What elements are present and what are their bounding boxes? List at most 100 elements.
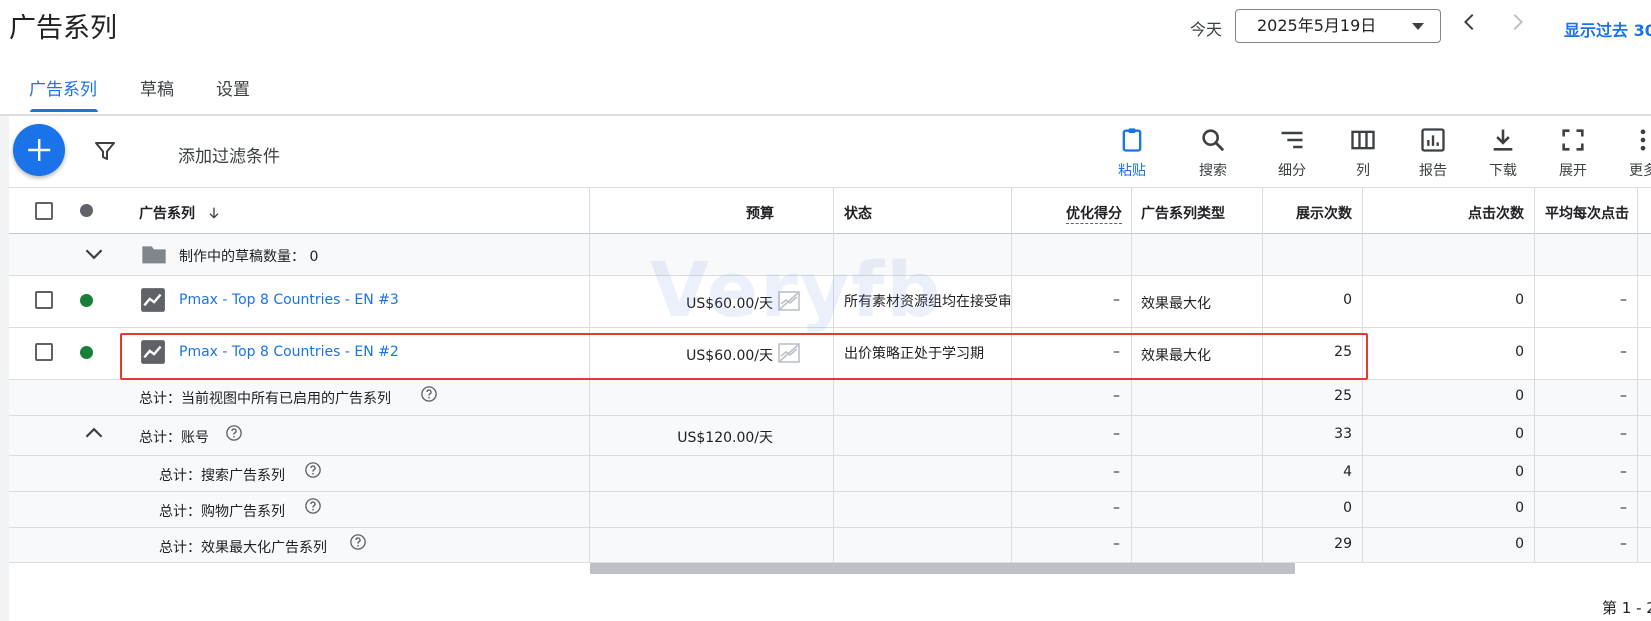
column-header-label: 优化得分 <box>1066 206 1122 224</box>
active-tab-indicator <box>30 109 98 112</box>
column-divider <box>1534 188 1535 563</box>
chevron-left-icon[interactable] <box>1458 10 1482 34</box>
column-header-campaign[interactable]: 广告系列 <box>139 203 222 223</box>
download-icon <box>1493 129 1513 151</box>
enabled-status-dot[interactable] <box>80 346 93 359</box>
total-impressions: 0 <box>1343 500 1352 516</box>
tool-label: 细分 <box>1278 163 1306 179</box>
left-gutter <box>0 116 9 621</box>
add-filter-button[interactable]: 添加过滤条件 <box>178 142 280 167</box>
column-header-budget[interactable]: 预算 <box>700 203 774 223</box>
total-opt-score: – <box>1113 464 1120 480</box>
draft-count: 制作中的草稿数量： 0 <box>179 246 318 266</box>
download-tool[interactable]: 下载 <box>1473 124 1533 182</box>
segment-tool[interactable]: 细分 <box>1262 124 1322 182</box>
total-avg-cpc: – <box>1620 536 1627 552</box>
clicks-value: 0 <box>1515 344 1524 360</box>
total-opt-score: – <box>1113 388 1120 404</box>
row-line <box>9 415 1651 416</box>
help-icon[interactable] <box>420 385 438 403</box>
campaign-name-link[interactable]: Pmax - Top 8 Countries - EN #3 <box>179 292 399 308</box>
campaign-type: 效果最大化 <box>1141 296 1211 312</box>
columns-tool[interactable]: 列 <box>1333 124 1393 182</box>
column-header-impressions[interactable]: 展示次数 <box>1270 203 1352 223</box>
columns-icon <box>1351 130 1375 150</box>
more-tool[interactable]: 更多 <box>1613 124 1651 182</box>
tool-label: 搜索 <box>1199 163 1227 179</box>
total-budget: US$120.00/天 <box>677 430 773 446</box>
total-avg-cpc: – <box>1620 464 1627 480</box>
total-label: 总计：搜索广告系列 <box>159 468 285 484</box>
fullscreen-icon <box>1562 129 1584 151</box>
total-impressions: 25 <box>1334 388 1352 404</box>
more-vert-icon <box>1640 129 1646 151</box>
report-tool[interactable]: 报告 <box>1403 124 1463 182</box>
show-past-link[interactable]: 显示过去 30 <box>1564 17 1651 41</box>
watermark: Veryfb <box>650 245 943 334</box>
pmax-campaign-icon <box>141 288 165 312</box>
add-campaign-button[interactable] <box>13 124 65 176</box>
total-impressions: 29 <box>1334 536 1352 552</box>
column-header-opt-score[interactable]: 优化得分 <box>1030 203 1122 224</box>
total-impressions: 4 <box>1343 464 1352 480</box>
clipboard-icon <box>1122 128 1142 152</box>
arrow-down-icon <box>209 207 219 219</box>
chevron-up-icon[interactable] <box>81 420 107 446</box>
total-label: 总计：购物广告系列 <box>159 504 285 520</box>
total-label: 总计：效果最大化广告系列 <box>159 540 327 556</box>
total-clicks: 0 <box>1515 464 1524 480</box>
column-header-status[interactable]: 状态 <box>844 203 872 223</box>
row-checkbox[interactable] <box>35 291 53 309</box>
opt-score-value: – <box>1113 292 1120 308</box>
help-icon[interactable] <box>225 424 243 442</box>
tool-label: 报告 <box>1419 163 1447 179</box>
row-line <box>9 455 1651 456</box>
select-all-checkbox[interactable] <box>35 202 53 220</box>
help-icon[interactable] <box>304 461 322 479</box>
page-title: 广告系列 <box>9 13 117 44</box>
search-tool[interactable]: 搜索 <box>1183 124 1243 182</box>
total-opt-score: – <box>1113 536 1120 552</box>
folder-icon <box>142 246 166 264</box>
help-icon[interactable] <box>349 533 367 551</box>
column-header-label: 广告系列 <box>139 206 195 222</box>
column-header-avg-cpc[interactable]: 平均每次点击 <box>1545 203 1637 223</box>
date-range-select[interactable]: 2025年5月19日 <box>1235 9 1441 43</box>
clicks-value: 0 <box>1515 292 1524 308</box>
total-clicks: 0 <box>1515 426 1524 442</box>
pagination-label: 第 1 - 2 <box>1602 599 1651 617</box>
total-avg-cpc: – <box>1620 500 1627 516</box>
report-icon <box>1421 128 1445 152</box>
row-line <box>9 527 1651 528</box>
toolbar-divider <box>9 187 1651 188</box>
row-checkbox[interactable] <box>35 343 53 361</box>
expand-tool[interactable]: 展开 <box>1543 124 1603 182</box>
chevron-right-icon[interactable] <box>1505 10 1529 34</box>
tool-label: 展开 <box>1559 163 1587 179</box>
total-label: 总计：当前视图中所有已启用的广告系列 <box>139 391 391 407</box>
filter-icon[interactable] <box>93 139 117 163</box>
enabled-status-dot[interactable] <box>80 294 93 307</box>
tab-drafts[interactable]: 草稿 <box>140 75 174 100</box>
horizontal-scrollbar[interactable] <box>590 563 1295 574</box>
campaigns-page: 广告系列 今天 2025年5月19日 显示过去 30 广告系列 草稿 设置 添加… <box>0 0 1651 621</box>
tool-label: 列 <box>1356 163 1370 179</box>
draft-count-value: 0 <box>309 249 319 265</box>
status-filter-dot[interactable] <box>80 204 93 217</box>
tab-settings[interactable]: 设置 <box>216 75 250 100</box>
header-bottom-line <box>9 233 1651 234</box>
paste-tool[interactable]: 粘贴 <box>1102 124 1162 182</box>
total-avg-cpc: – <box>1620 388 1627 404</box>
row-line <box>9 491 1651 492</box>
chevron-down-icon[interactable] <box>81 241 107 267</box>
tool-label: 更多 <box>1629 163 1651 179</box>
avg-cpc-value: – <box>1620 292 1627 308</box>
segment-icon <box>1281 131 1303 149</box>
column-header-type[interactable]: 广告系列类型 <box>1141 203 1225 223</box>
caret-down-icon <box>1412 23 1424 30</box>
column-header-clicks[interactable]: 点击次数 <box>1410 203 1524 223</box>
search-icon <box>1202 129 1224 151</box>
help-icon[interactable] <box>304 497 322 515</box>
total-clicks: 0 <box>1515 536 1524 552</box>
tab-campaigns[interactable]: 广告系列 <box>29 75 97 100</box>
